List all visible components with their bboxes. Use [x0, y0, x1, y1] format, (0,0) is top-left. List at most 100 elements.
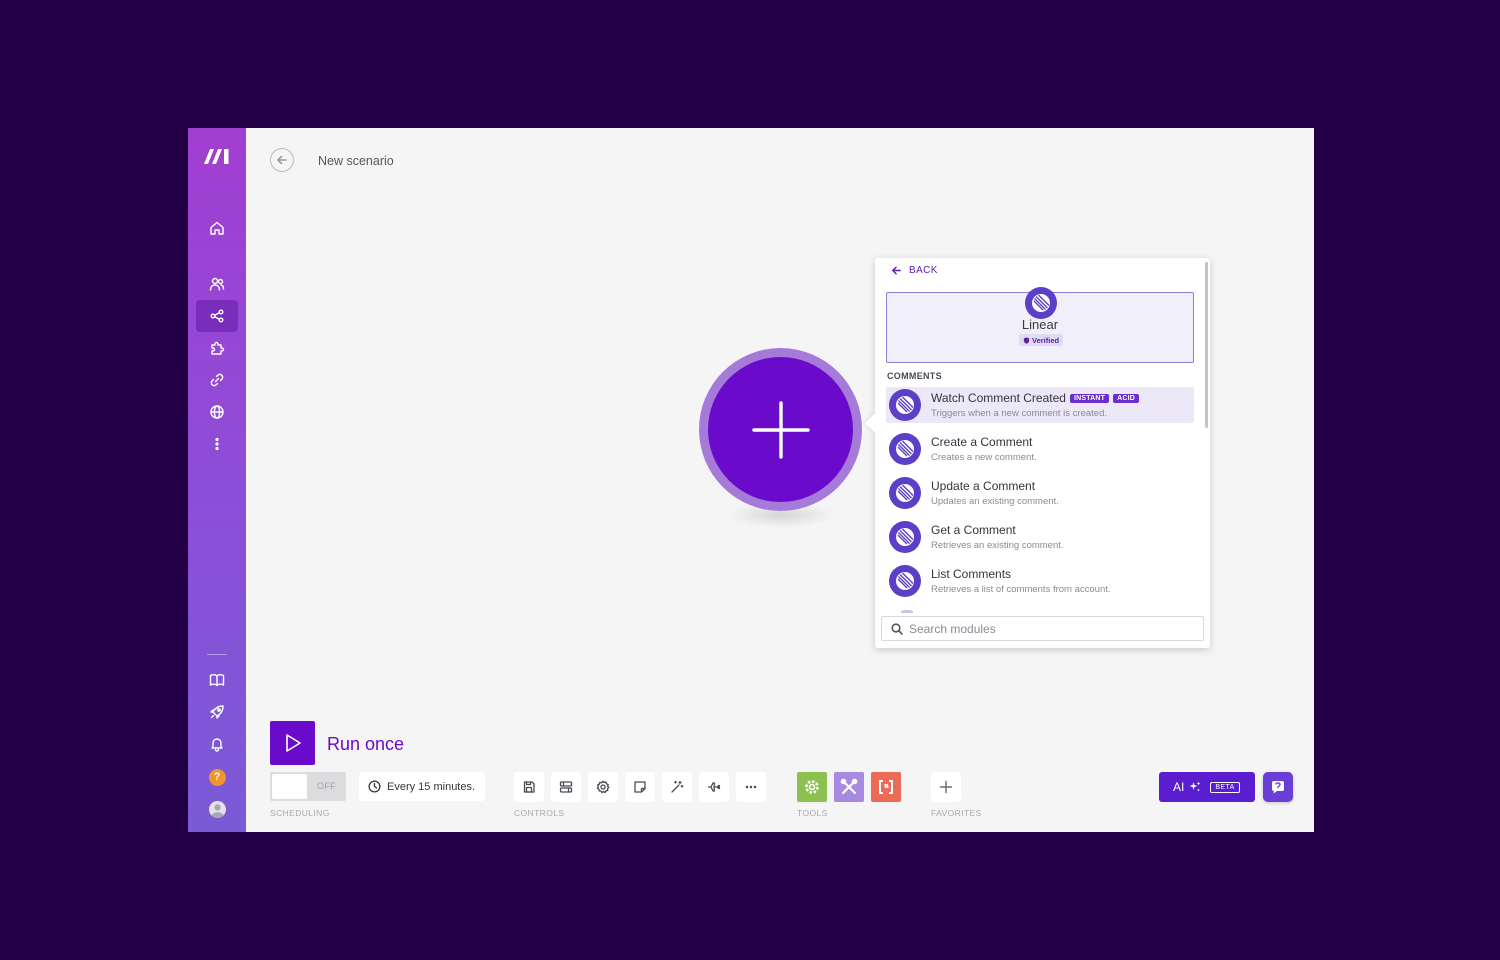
- linear-icon: [889, 521, 921, 553]
- gear-icon: [805, 780, 819, 794]
- module-desc: Creates a new comment.: [931, 452, 1037, 463]
- verified-badge: Verified: [1019, 334, 1064, 346]
- make-logo[interactable]: [202, 146, 232, 166]
- group-label-scheduling: SCHEDULING: [270, 808, 330, 818]
- sidebar-item-whats-new[interactable]: [196, 696, 238, 728]
- tools-tool[interactable]: [834, 772, 864, 802]
- sidebar-item-help[interactable]: ?: [196, 761, 238, 793]
- arrow-left-icon: [892, 266, 901, 275]
- home-icon: [210, 221, 224, 235]
- run-once-label[interactable]: Run once: [327, 734, 404, 755]
- search-icon: [891, 622, 903, 635]
- help-icon: ?: [208, 768, 226, 786]
- magic-wand-icon: [671, 780, 684, 793]
- link-icon: [210, 373, 224, 387]
- settings-icon: [596, 780, 610, 794]
- verified-label: Verified: [1032, 335, 1060, 345]
- more-horizontal-icon: [745, 785, 757, 789]
- module-desc: Triggers when a new comment is created.: [931, 408, 1108, 419]
- schedule-label: Every 15 minutes.: [387, 780, 476, 793]
- avatar: [208, 800, 226, 818]
- sidebar-item-docs[interactable]: [196, 664, 238, 696]
- sidebar-divider: [207, 654, 227, 655]
- module-name: Get a Comment: [931, 523, 1016, 537]
- tag-acid: ACID: [1113, 393, 1140, 403]
- module-desc: Updates an existing comment.: [931, 496, 1059, 507]
- back-label: BACK: [909, 265, 938, 276]
- module-item[interactable]: Create a Comment Creates a new comment.: [886, 431, 1194, 467]
- linear-icon: [889, 433, 921, 465]
- linear-icon: [1025, 287, 1057, 319]
- sidebar: ?: [188, 128, 246, 832]
- popover-scrollbar[interactable]: [1205, 262, 1208, 428]
- module-name: Update a Comment: [931, 479, 1036, 493]
- module-name-text: Watch Comment Created: [931, 391, 1066, 405]
- text-parser-tool[interactable]: [871, 772, 901, 802]
- auto-align-button[interactable]: [551, 772, 581, 802]
- app-name: Linear: [1021, 317, 1059, 332]
- toggle-knob: [272, 774, 307, 799]
- sidebar-item-apps[interactable]: [196, 332, 238, 364]
- back-button[interactable]: [270, 148, 294, 172]
- globe-icon: [210, 405, 224, 419]
- module-item[interactable]: Watch Comment Created INSTANT ACID Trigg…: [886, 387, 1194, 423]
- section-label-comments: COMMENTS: [887, 371, 942, 381]
- module-desc: Retrieves an existing comment.: [931, 540, 1064, 551]
- sidebar-item-scenarios[interactable]: [196, 300, 238, 332]
- shield-icon: [1023, 336, 1030, 344]
- module-item[interactable]: Get a Comment Retrieves an existing comm…: [886, 519, 1194, 555]
- add-module-core: [708, 357, 853, 502]
- wrench-icon: [840, 778, 858, 795]
- explain-flow-button[interactable]: [662, 772, 692, 802]
- note-icon: [634, 781, 646, 793]
- app-window: ? New scenario BACK Linear Verified COMM…: [188, 128, 1314, 832]
- airplane-icon: [707, 782, 721, 792]
- sidebar-item-connections[interactable]: [196, 364, 238, 396]
- text-parser-icon: [879, 780, 893, 794]
- notes-button[interactable]: [625, 772, 655, 802]
- sidebar-item-profile[interactable]: [196, 793, 238, 825]
- scenario-settings-button[interactable]: [588, 772, 618, 802]
- rocket-icon: [210, 705, 224, 719]
- play-icon: [285, 734, 301, 752]
- scheduling-toggle[interactable]: OFF: [270, 772, 346, 801]
- save-button[interactable]: [514, 772, 544, 802]
- team-icon: [209, 277, 225, 291]
- chat-icon: [1272, 781, 1284, 794]
- sidebar-item-webhooks[interactable]: [196, 396, 238, 428]
- sidebar-item-more[interactable]: [196, 428, 238, 460]
- ai-assistant-button[interactable]: AI BETA: [1159, 772, 1255, 802]
- sidebar-item-home[interactable]: [196, 212, 238, 244]
- module-item[interactable]: Update a Comment Updates an existing com…: [886, 475, 1194, 511]
- sparkles-icon: [1189, 781, 1201, 792]
- module-name: List Comments: [931, 567, 1012, 581]
- module-name: Watch Comment Created INSTANT ACID: [931, 391, 1140, 405]
- more-controls-button[interactable]: [736, 772, 766, 802]
- add-favorite-button[interactable]: [931, 772, 961, 802]
- module-search[interactable]: [881, 616, 1204, 641]
- sidebar-item-notifications[interactable]: [196, 728, 238, 760]
- arrow-left-icon: [277, 155, 287, 165]
- plus-icon: [751, 400, 810, 459]
- linear-icon: [889, 565, 921, 597]
- group-label-tools: TOOLS: [797, 808, 828, 818]
- module-item[interactable]: List Comments Retrieves a list of commen…: [886, 563, 1194, 599]
- more-vertical-icon: [215, 437, 219, 451]
- plus-icon: [939, 780, 953, 794]
- scenario-title[interactable]: New scenario: [318, 154, 394, 168]
- module-desc: Retrieves a list of comments from accoun…: [931, 584, 1111, 595]
- flow-control-tool[interactable]: [797, 772, 827, 802]
- popover-caret: [865, 413, 885, 433]
- sidebar-item-team[interactable]: [196, 268, 238, 300]
- popover-back-button[interactable]: BACK: [891, 265, 938, 276]
- book-icon: [209, 674, 225, 686]
- run-once-button[interactable]: [270, 721, 315, 765]
- schedule-button[interactable]: Every 15 minutes.: [359, 772, 485, 801]
- group-label-favorites: FAVORITES: [931, 808, 982, 818]
- scenario-flow-button[interactable]: [699, 772, 729, 802]
- search-input[interactable]: [909, 621, 1189, 636]
- tag-instant: INSTANT: [1069, 393, 1110, 403]
- beta-badge: BETA: [1210, 781, 1240, 793]
- add-module-button[interactable]: [699, 348, 862, 511]
- chat-help-button[interactable]: [1263, 772, 1293, 802]
